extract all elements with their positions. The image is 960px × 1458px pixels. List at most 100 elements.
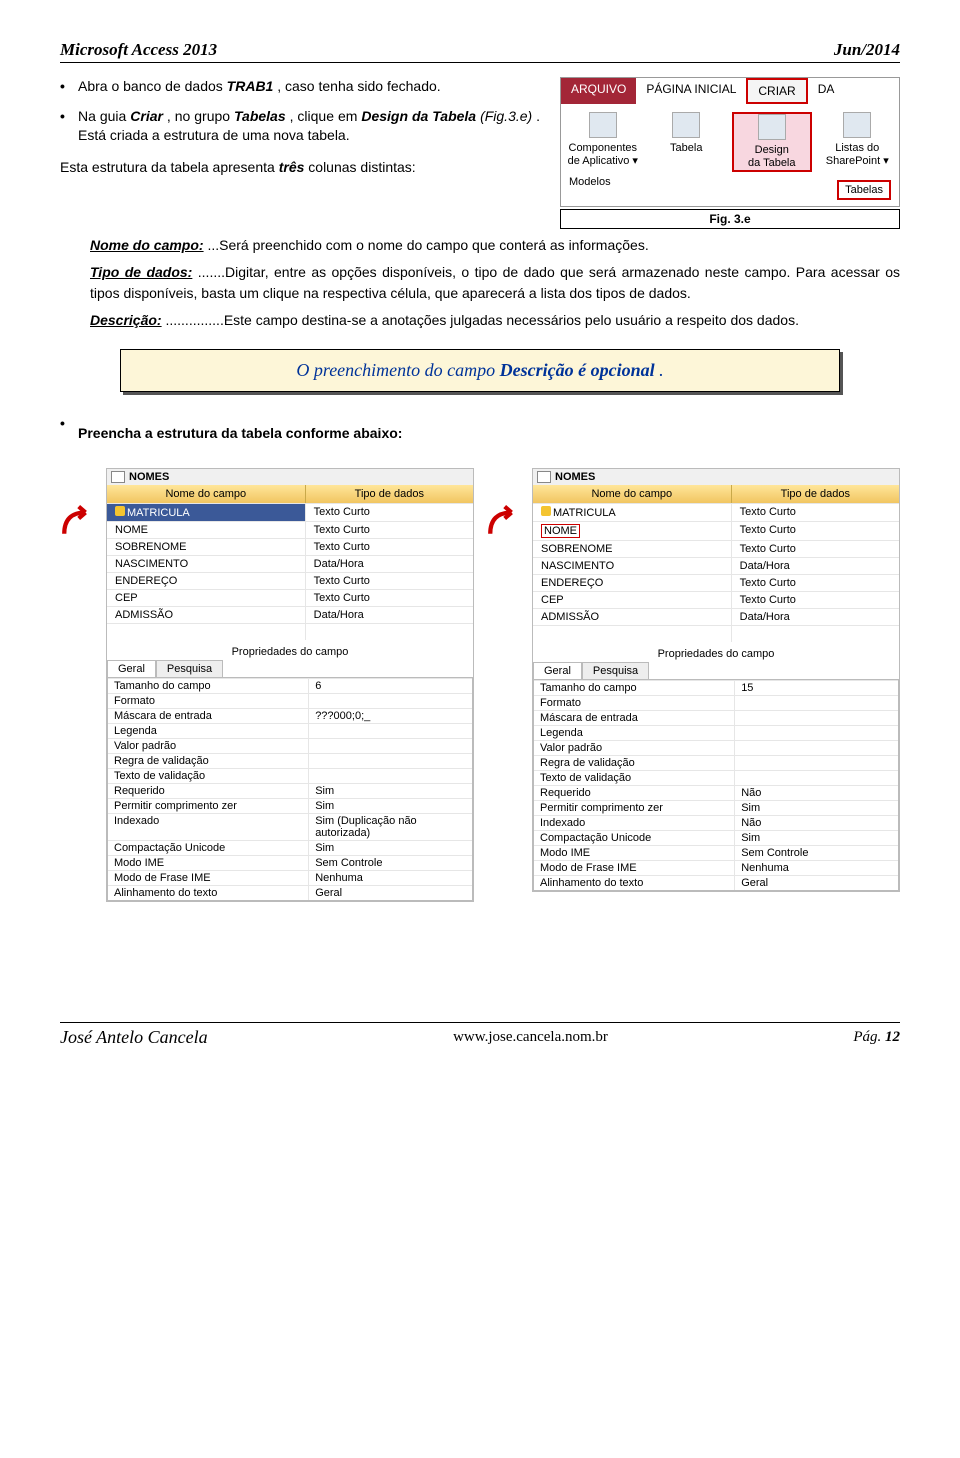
- prop-label: Modo de Frase IME: [534, 861, 734, 875]
- col-header-name: Nome do campo: [533, 485, 731, 503]
- table-row[interactable]: ENDEREÇOTexto Curto: [533, 574, 899, 591]
- header-right: Jun/2014: [834, 40, 900, 60]
- table-title: NOMES: [555, 471, 595, 483]
- property-row[interactable]: Formato: [108, 693, 472, 708]
- ribbon-sublabel-tabelas: Tabelas: [837, 180, 891, 200]
- property-row[interactable]: IndexadoNão: [534, 815, 898, 830]
- property-row[interactable]: Legenda: [534, 725, 898, 740]
- property-row[interactable]: Modo IMESem Controle: [534, 845, 898, 860]
- tab-arquivo[interactable]: ARQUIVO: [561, 78, 636, 104]
- property-row[interactable]: Permitir comprimento zerSim: [108, 798, 472, 813]
- footer-site: www.jose.cancela.nom.br: [453, 1029, 608, 1046]
- col-header-name: Nome do campo: [107, 485, 305, 503]
- ribbon-group-tabela[interactable]: Tabela: [649, 112, 725, 172]
- tab-geral[interactable]: Geral: [107, 660, 156, 677]
- fields-header: Nome do campo Tipo de dados: [533, 485, 899, 503]
- bullet-icon: •: [60, 414, 78, 458]
- property-row[interactable]: Tamanho do campo15: [534, 680, 898, 695]
- prop-label: Modo IME: [534, 846, 734, 860]
- prop-value: [308, 769, 472, 783]
- ribbon-group-listas[interactable]: Listas do SharePoint ▾: [820, 112, 896, 172]
- property-row[interactable]: Regra de validação: [108, 753, 472, 768]
- tab-pagina-inicial[interactable]: PÁGINA INICIAL: [636, 78, 746, 104]
- property-row[interactable]: IndexadoSim (Duplicação não autorizada): [108, 813, 472, 840]
- fields-header: Nome do campo Tipo de dados: [107, 485, 473, 503]
- table-row[interactable]: CEPTexto Curto: [107, 589, 473, 606]
- label: SharePoint ▾: [820, 155, 896, 168]
- property-row[interactable]: Formato: [534, 695, 898, 710]
- property-row[interactable]: Regra de validação: [534, 755, 898, 770]
- table-row[interactable]: NOMETexto Curto: [533, 521, 899, 540]
- property-row[interactable]: Máscara de entrada???000;0;_: [108, 708, 472, 723]
- design-tabela-icon: [758, 114, 786, 140]
- table-row[interactable]: ENDEREÇOTexto Curto: [107, 572, 473, 589]
- table-row[interactable]: NOMETexto Curto: [107, 521, 473, 538]
- property-row[interactable]: Tamanho do campo6: [108, 678, 472, 693]
- property-row[interactable]: Legenda: [108, 723, 472, 738]
- tab-criar[interactable]: CRIAR: [746, 78, 807, 104]
- property-row[interactable]: Valor padrão: [108, 738, 472, 753]
- prop-label: Valor padrão: [108, 739, 308, 753]
- prop-value: Sim (Duplicação não autorizada): [308, 814, 472, 840]
- property-row[interactable]: Compactação UnicodeSim: [108, 840, 472, 855]
- header-left: Microsoft Access 2013: [60, 40, 217, 60]
- prop-label: Alinhamento do texto: [108, 886, 308, 900]
- def-label: Tipo de dados:: [90, 264, 192, 280]
- prop-value: Nenhuma: [308, 871, 472, 885]
- text: Esta estrutura da tabela apresenta: [60, 159, 279, 175]
- property-row[interactable]: Texto de validação: [108, 768, 472, 783]
- table-row[interactable]: ADMISSÃOData/Hora: [107, 606, 473, 623]
- property-row[interactable]: Permitir comprimento zerSim: [534, 800, 898, 815]
- field-type: Texto Curto: [731, 541, 899, 557]
- footer-author: José Antelo Cancela: [60, 1027, 208, 1048]
- table-row[interactable]: NASCIMENTOData/Hora: [107, 555, 473, 572]
- prop-label: Compactação Unicode: [534, 831, 734, 845]
- property-row[interactable]: Modo de Frase IMENenhuma: [534, 860, 898, 875]
- tab-pesquisa[interactable]: Pesquisa: [156, 660, 223, 677]
- table-row[interactable]: ADMISSÃOData/Hora: [533, 608, 899, 625]
- ribbon-group-design-tabela[interactable]: Design da Tabela: [732, 112, 812, 172]
- prop-label: Valor padrão: [534, 741, 734, 755]
- property-row[interactable]: RequeridoSim: [108, 783, 472, 798]
- page-header: Microsoft Access 2013 Jun/2014: [60, 40, 900, 63]
- table-row[interactable]: SOBRENOMETexto Curto: [533, 540, 899, 557]
- field-type: Texto Curto: [731, 575, 899, 591]
- text: Abra o banco de dados: [78, 78, 227, 94]
- ribbon-group-componentes[interactable]: Componentes de Aplicativo ▾: [565, 112, 641, 172]
- property-row[interactable]: Valor padrão: [534, 740, 898, 755]
- prop-value: [308, 724, 472, 738]
- property-row[interactable]: Máscara de entrada: [534, 710, 898, 725]
- text-strong: três: [279, 159, 305, 175]
- bullet-create-design: • Na guia Criar , no grupo Tabelas , cli…: [60, 107, 540, 146]
- text-strong: Tabelas: [234, 108, 286, 124]
- table-row[interactable]: CEPTexto Curto: [533, 591, 899, 608]
- property-row[interactable]: Texto de validação: [534, 770, 898, 785]
- table-row[interactable]: MATRICULATexto Curto: [107, 503, 473, 521]
- prop-caption: Propriedades do campo: [533, 642, 899, 662]
- def-label: Descrição:: [90, 312, 162, 328]
- field-type: Data/Hora: [731, 558, 899, 574]
- property-row[interactable]: Alinhamento do textoGeral: [108, 885, 472, 900]
- table-row[interactable]: SOBRENOMETexto Curto: [107, 538, 473, 555]
- property-row[interactable]: Modo IMESem Controle: [108, 855, 472, 870]
- tab-pesquisa[interactable]: Pesquisa: [582, 662, 649, 679]
- table-row[interactable]: NASCIMENTOData/Hora: [533, 557, 899, 574]
- tab-geral[interactable]: Geral: [533, 662, 582, 679]
- prop-value: ???000;0;_: [308, 709, 472, 723]
- prop-label: Texto de validação: [108, 769, 308, 783]
- prop-label: Texto de validação: [534, 771, 734, 785]
- property-row[interactable]: RequeridoNão: [534, 785, 898, 800]
- property-row[interactable]: Compactação UnicodeSim: [534, 830, 898, 845]
- table-row[interactable]: MATRICULATexto Curto: [533, 503, 899, 521]
- tab-da[interactable]: DA: [808, 78, 845, 104]
- prop-label: Máscara de entrada: [534, 711, 734, 725]
- prop-value: Sim: [308, 841, 472, 855]
- text-fig: (Fig.3.e): [480, 108, 532, 124]
- property-row[interactable]: Alinhamento do textoGeral: [534, 875, 898, 890]
- col-header-type: Tipo de dados: [305, 485, 473, 503]
- field-type: Texto Curto: [305, 573, 473, 589]
- componentes-icon: [589, 112, 617, 138]
- prop-value: Não: [734, 786, 898, 800]
- property-row[interactable]: Modo de Frase IMENenhuma: [108, 870, 472, 885]
- prop-label: Indexado: [108, 814, 308, 840]
